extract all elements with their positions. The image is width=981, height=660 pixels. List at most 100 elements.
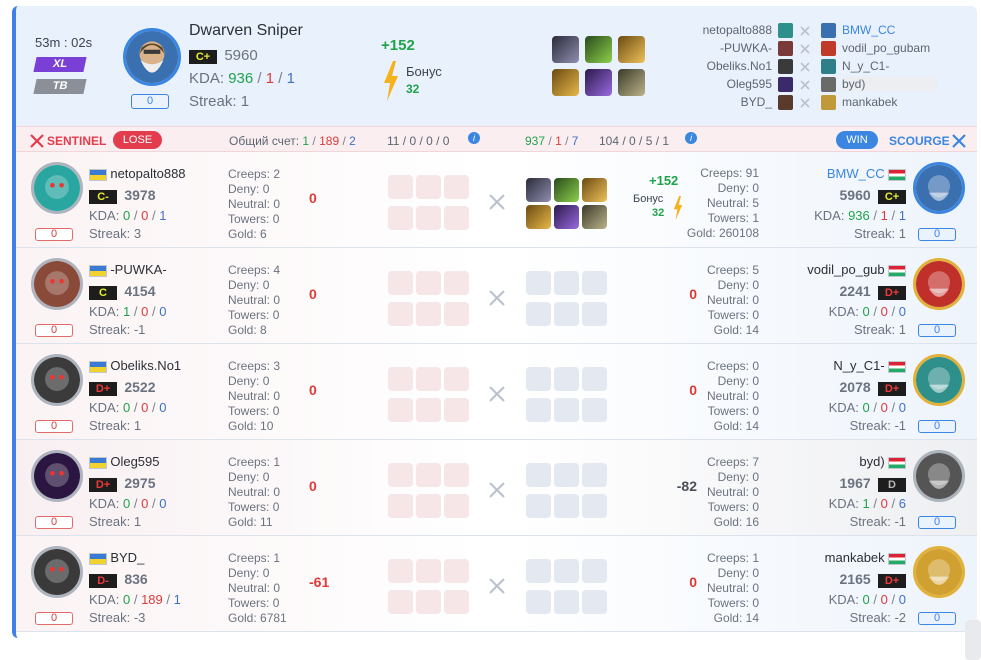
player-name[interactable]: Oleg595 bbox=[110, 454, 159, 469]
item-slot-1[interactable] bbox=[552, 36, 579, 63]
item-slot[interactable] bbox=[526, 178, 551, 202]
mini-player-left[interactable]: Obeliks.No1 bbox=[707, 59, 772, 73]
player-rating: 2241 bbox=[839, 283, 871, 299]
empty-item-slot bbox=[582, 398, 607, 422]
mini-player-right[interactable]: BMW_CC bbox=[842, 23, 922, 37]
player-name[interactable]: BYD_ bbox=[110, 550, 144, 565]
player-kda: KDA: 0 / 0 / 0 bbox=[828, 400, 906, 415]
player-avatar[interactable] bbox=[913, 258, 965, 310]
player-name[interactable]: netopalto888 bbox=[110, 166, 185, 181]
swords-icon bbox=[952, 134, 966, 148]
empty-item-slot bbox=[582, 271, 607, 295]
stat-neutral: Neutral: 0 bbox=[228, 197, 281, 211]
mini-player-right[interactable]: byd) bbox=[842, 77, 938, 91]
player-counter: 0 bbox=[918, 228, 956, 241]
country-flag bbox=[888, 264, 906, 277]
stat-neutral: Neutral: 5 bbox=[706, 196, 759, 210]
stat-neutral: Neutral: 0 bbox=[706, 389, 759, 403]
match-card: 53m : 02s XL TB 0 Dwarven Sniper C+ 5960… bbox=[12, 6, 977, 638]
player-name[interactable]: vodil_po_gub bbox=[807, 262, 884, 277]
player-avatar[interactable] bbox=[31, 354, 83, 406]
stat-gold: Gold: 11 bbox=[228, 515, 273, 529]
empty-item-slot bbox=[388, 175, 413, 199]
hero-name: Dwarven Sniper bbox=[189, 22, 303, 39]
player-avatar[interactable] bbox=[913, 162, 965, 214]
item-slot[interactable] bbox=[554, 205, 579, 229]
empty-item-slot bbox=[388, 206, 413, 230]
info-icon[interactable]: i bbox=[685, 132, 697, 144]
hero-streak: Streak: 1 bbox=[189, 93, 250, 110]
empty-item-slot bbox=[582, 302, 607, 326]
empty-item-slot bbox=[582, 590, 607, 614]
player-avatar[interactable] bbox=[913, 450, 965, 502]
mini-player-right[interactable]: N_y_C1- bbox=[842, 59, 922, 73]
empty-item-slot bbox=[526, 494, 551, 518]
stat-towers: Towers: 0 bbox=[228, 308, 280, 322]
empty-item-slot bbox=[554, 590, 579, 614]
swords-icon bbox=[488, 481, 506, 499]
swords-icon bbox=[488, 577, 506, 595]
item-slot[interactable] bbox=[526, 205, 551, 229]
item-slot[interactable] bbox=[582, 205, 607, 229]
player-name[interactable]: N_y_C1- bbox=[833, 358, 884, 373]
player-name-line: Obeliks.No1 bbox=[89, 358, 181, 373]
player-avatar[interactable] bbox=[31, 450, 83, 502]
empty-item-slot bbox=[388, 494, 413, 518]
stat-neutral: Neutral: 0 bbox=[228, 293, 281, 307]
player-name[interactable]: -PUWKA- bbox=[110, 262, 166, 277]
item-slot[interactable] bbox=[554, 178, 579, 202]
empty-item-slot bbox=[416, 175, 441, 199]
hero-rating: 5960 bbox=[224, 47, 258, 64]
empty-item-slot bbox=[582, 559, 607, 583]
match-duration: 53m : 02s bbox=[35, 35, 93, 50]
mini-player-right[interactable]: vodil_po_gubam bbox=[842, 41, 930, 55]
stat-deny: Deny: 0 bbox=[228, 566, 270, 580]
mini-player-left[interactable]: BYD_ bbox=[741, 95, 772, 109]
mini-player-left[interactable]: -PUWKA- bbox=[720, 41, 772, 55]
swords-icon bbox=[800, 43, 810, 54]
player-avatar[interactable] bbox=[913, 546, 965, 598]
stat-gold: Gold: 14 bbox=[713, 323, 759, 337]
hero-avatar[interactable] bbox=[123, 28, 181, 86]
stat-gold: Gold: 14 bbox=[713, 419, 759, 433]
player-counter: 0 bbox=[918, 612, 956, 625]
mini-player-left[interactable]: Oleg595 bbox=[727, 77, 772, 91]
player-avatar[interactable] bbox=[31, 162, 83, 214]
item-slot-6[interactable] bbox=[618, 69, 645, 96]
empty-item-slot bbox=[416, 271, 441, 295]
lightning-icon bbox=[381, 61, 401, 101]
stat-neutral: Neutral: 0 bbox=[228, 389, 281, 403]
player-avatar[interactable] bbox=[31, 258, 83, 310]
stat-creeps: Creeps: 1 bbox=[706, 551, 759, 565]
stat-deny: Deny: 0 bbox=[717, 181, 759, 195]
swords-icon bbox=[800, 25, 810, 36]
scrollbar[interactable] bbox=[965, 620, 981, 660]
player-name[interactable]: BMW_CC bbox=[827, 166, 885, 181]
stat-deny: Deny: 0 bbox=[228, 374, 270, 388]
player-row: 0 -PUWKA- C 4154 KDA: 1 / 0 / 0 Streak: … bbox=[16, 248, 977, 344]
player-avatar[interactable] bbox=[31, 546, 83, 598]
player-counter: 0 bbox=[35, 516, 73, 529]
player-name[interactable]: mankabek bbox=[825, 550, 885, 565]
item-slot[interactable] bbox=[582, 178, 607, 202]
empty-item-slot bbox=[416, 590, 441, 614]
empty-item-slot bbox=[388, 367, 413, 391]
mini-player-left[interactable]: netopalto888 bbox=[703, 23, 772, 37]
rating-delta: 0 bbox=[309, 382, 317, 398]
player-grade: D+ bbox=[878, 285, 906, 300]
player-name-line: byd) bbox=[859, 454, 906, 469]
empty-item-slot bbox=[388, 302, 413, 326]
item-slot-2[interactable] bbox=[585, 36, 612, 63]
mini-player-right[interactable]: mankabek bbox=[842, 95, 922, 109]
item-slot-3[interactable] bbox=[618, 36, 645, 63]
player-avatar[interactable] bbox=[913, 354, 965, 406]
item-slot-5[interactable] bbox=[585, 69, 612, 96]
item-slot-4[interactable] bbox=[552, 69, 579, 96]
empty-item-slot bbox=[582, 367, 607, 391]
player-rating: 836 bbox=[124, 571, 148, 587]
player-name[interactable]: Obeliks.No1 bbox=[110, 358, 181, 373]
empty-item-slot bbox=[444, 175, 469, 199]
player-name[interactable]: byd) bbox=[859, 454, 884, 469]
info-icon[interactable]: i bbox=[468, 132, 480, 144]
rating-delta: +152 bbox=[381, 37, 415, 54]
